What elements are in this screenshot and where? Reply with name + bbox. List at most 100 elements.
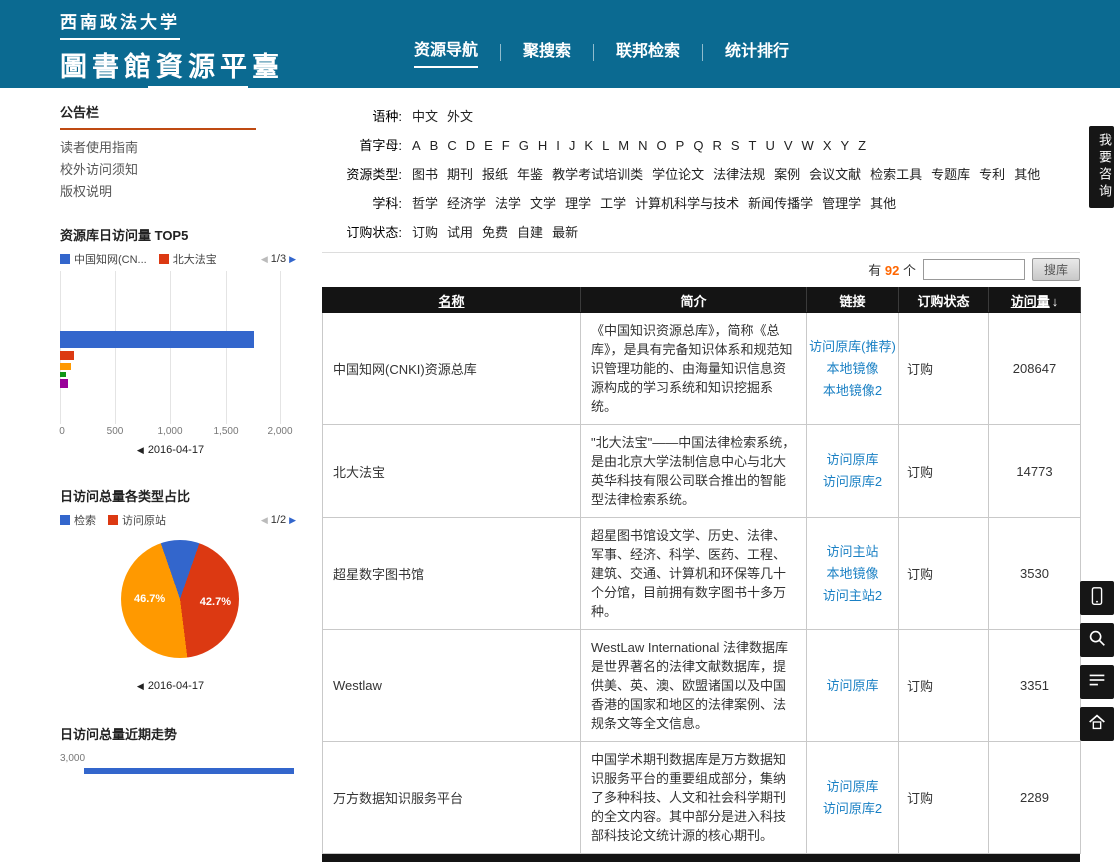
- filter-option-subject[interactable]: 经济学: [447, 194, 486, 214]
- filter-option-type[interactable]: 期刊: [447, 165, 473, 185]
- resource-link[interactable]: 本地镜像2: [807, 380, 898, 402]
- filter-option-initial[interactable]: I: [556, 136, 560, 156]
- legend-next-icon[interactable]: ▶: [289, 515, 296, 526]
- filter-option-initial[interactable]: D: [466, 136, 475, 156]
- search-tool-button[interactable]: [1080, 623, 1114, 657]
- filter-option-type[interactable]: 会议文献: [809, 165, 861, 185]
- filter-option-status[interactable]: 订购: [412, 223, 438, 243]
- filter-option-type[interactable]: 学位论文: [652, 165, 704, 185]
- filter-option-type[interactable]: 年鉴: [517, 165, 543, 185]
- filter-option-subject[interactable]: 法学: [495, 194, 521, 214]
- filter-option-initial[interactable]: V: [784, 136, 793, 156]
- filter-option-subject[interactable]: 工学: [600, 194, 626, 214]
- filter-option-initial[interactable]: Z: [858, 136, 866, 156]
- filter-option-initial[interactable]: E: [484, 136, 493, 156]
- resource-link[interactable]: 访问原库: [807, 776, 898, 798]
- resource-status: 订购: [899, 425, 989, 518]
- filter-option-type[interactable]: 其他: [1014, 165, 1040, 185]
- filter-option-initial[interactable]: H: [538, 136, 547, 156]
- filter-option-initial[interactable]: U: [765, 136, 774, 156]
- filter-option-initial[interactable]: W: [802, 136, 814, 156]
- resource-visits: 208647: [989, 313, 1081, 425]
- bulletin-link[interactable]: 读者使用指南: [60, 137, 300, 159]
- resource-link[interactable]: 访问原库: [807, 449, 898, 471]
- resource-link[interactable]: 访问主站: [807, 541, 898, 563]
- resource-link[interactable]: 访问原库(推荐): [807, 336, 898, 358]
- search-input[interactable]: [923, 259, 1025, 280]
- filter-option-status[interactable]: 免费: [482, 223, 508, 243]
- date-prev-icon[interactable]: ◀: [137, 445, 144, 455]
- filter-option-type[interactable]: 图书: [412, 165, 438, 185]
- filter-option-type[interactable]: 专题库: [931, 165, 970, 185]
- resource-name[interactable]: 超星数字图书馆: [323, 518, 581, 630]
- resource-name[interactable]: Westlaw: [323, 630, 581, 742]
- nav-item-meta-search[interactable]: 聚搜索: [523, 37, 571, 67]
- filter-option-type[interactable]: 报纸: [482, 165, 508, 185]
- filter-option-subject[interactable]: 管理学: [822, 194, 861, 214]
- resource-link[interactable]: 访问原库2: [807, 471, 898, 493]
- filter-option-initial[interactable]: L: [602, 136, 609, 156]
- filter-option-initial[interactable]: F: [502, 136, 510, 156]
- filter-option-subject[interactable]: 哲学: [412, 194, 438, 214]
- filter-option-initial[interactable]: R: [712, 136, 721, 156]
- filter-option-initial[interactable]: K: [584, 136, 593, 156]
- nav-item-federated-search[interactable]: 联邦检索: [616, 37, 680, 67]
- filter-option-initial[interactable]: S: [731, 136, 740, 156]
- col-header-name[interactable]: 名称: [323, 288, 581, 313]
- filter-option-subject[interactable]: 理学: [565, 194, 591, 214]
- feedback-button[interactable]: [1080, 665, 1114, 699]
- resource-name[interactable]: 万方数据知识服务平台: [323, 742, 581, 854]
- filter-option-initial[interactable]: G: [519, 136, 529, 156]
- filter-option-initial[interactable]: C: [447, 136, 456, 156]
- legend-next-icon[interactable]: ▶: [289, 254, 296, 265]
- date-prev-icon[interactable]: ◀: [137, 681, 144, 691]
- col-header-visits[interactable]: 访问量↓: [989, 288, 1081, 313]
- bulletin-link[interactable]: 版权说明: [60, 181, 300, 203]
- filter-option-type[interactable]: 专利: [979, 165, 1005, 185]
- resource-status: 订购: [899, 313, 989, 425]
- filter-option-initial[interactable]: P: [676, 136, 685, 156]
- resource-link[interactable]: 访问主站2: [807, 585, 898, 607]
- nav-item-resource-navigation[interactable]: 资源导航: [414, 36, 478, 68]
- filter-option-initial[interactable]: O: [657, 136, 667, 156]
- filter-option-initial[interactable]: Q: [693, 136, 703, 156]
- filter-option-initial[interactable]: J: [569, 136, 576, 156]
- resource-name[interactable]: 北大法宝: [323, 425, 581, 518]
- resource-links: 访问原库(推荐)本地镜像本地镜像2: [807, 313, 899, 425]
- filter-option-initial[interactable]: A: [412, 136, 421, 156]
- filter-option-subject[interactable]: 计算机科学与技术: [635, 194, 739, 214]
- consult-tab[interactable]: 我要咨询: [1089, 126, 1114, 208]
- legend-prev-icon[interactable]: ◀: [261, 254, 268, 265]
- filter-option-type[interactable]: 教学考试培训类: [552, 165, 643, 185]
- filter-option-subject[interactable]: 其他: [870, 194, 896, 214]
- back-to-top-button[interactable]: [1080, 707, 1114, 741]
- filter-option-initial[interactable]: T: [749, 136, 757, 156]
- resource-link[interactable]: 本地镜像: [807, 358, 898, 380]
- resource-link[interactable]: 访问原库2: [807, 798, 898, 820]
- resource-link[interactable]: 访问原库: [807, 675, 898, 697]
- filter-option-type[interactable]: 检索工具: [870, 165, 922, 185]
- resource-name[interactable]: 中国知网(CNKI)资源总库: [323, 313, 581, 425]
- legend-label: 北大法宝: [173, 251, 217, 267]
- filter-row-subject: 学科: 哲学经济学法学文学理学工学计算机科学与技术新闻传播学管理学其他: [322, 194, 1080, 214]
- filter-option-initial[interactable]: X: [823, 136, 832, 156]
- legend-prev-icon[interactable]: ◀: [261, 515, 268, 526]
- resource-link[interactable]: 本地镜像: [807, 563, 898, 585]
- filter-option-language[interactable]: 中文: [412, 107, 438, 127]
- mobile-version-button[interactable]: [1080, 581, 1114, 615]
- search-button[interactable]: 搜库: [1032, 258, 1080, 281]
- filter-option-type[interactable]: 案例: [774, 165, 800, 185]
- filter-option-status[interactable]: 最新: [552, 223, 578, 243]
- filter-option-subject[interactable]: 新闻传播学: [748, 194, 813, 214]
- filter-option-initial[interactable]: N: [638, 136, 647, 156]
- bulletin-link[interactable]: 校外访问须知: [60, 159, 300, 181]
- filter-option-initial[interactable]: Y: [840, 136, 849, 156]
- nav-item-statistics-ranking[interactable]: 统计排行: [725, 37, 789, 67]
- filter-option-status[interactable]: 自建: [517, 223, 543, 243]
- filter-option-type[interactable]: 法律法规: [713, 165, 765, 185]
- filter-option-status[interactable]: 试用: [447, 223, 473, 243]
- filter-option-subject[interactable]: 文学: [530, 194, 556, 214]
- filter-option-language[interactable]: 外文: [447, 107, 473, 127]
- filter-option-initial[interactable]: M: [618, 136, 629, 156]
- filter-option-initial[interactable]: B: [430, 136, 439, 156]
